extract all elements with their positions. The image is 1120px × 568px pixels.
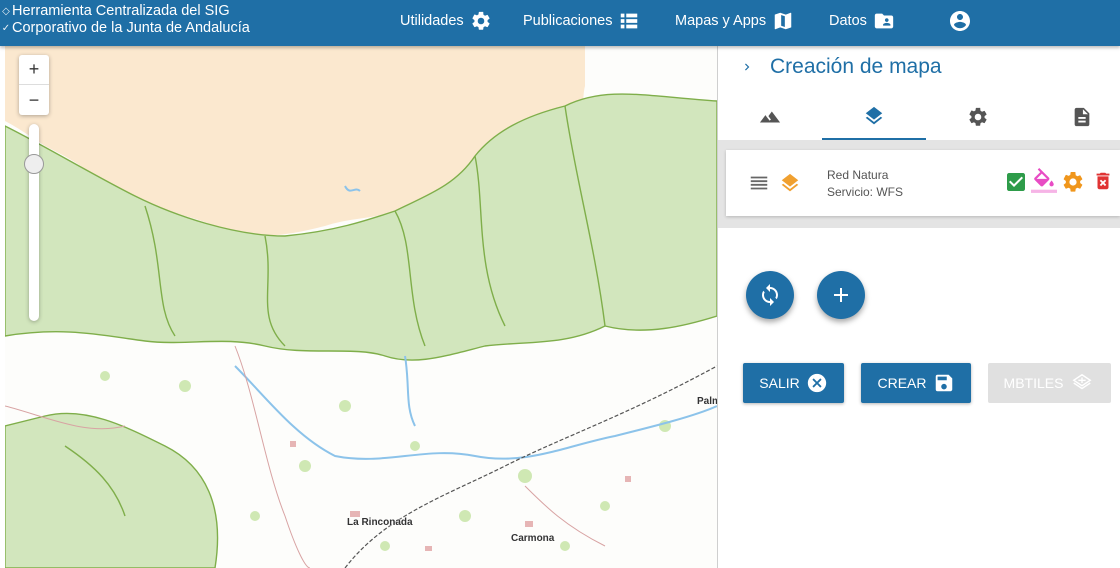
salir-label: SALIR — [759, 375, 800, 391]
zoom-out-button[interactable]: − — [19, 85, 49, 115]
document-icon — [1074, 107, 1090, 127]
tab-settings[interactable] — [926, 94, 1030, 140]
save-icon — [935, 374, 952, 392]
place-label: La Rinconada — [347, 517, 413, 528]
mbtiles-button[interactable]: MBTILES — [988, 363, 1111, 403]
sync-icon — [762, 284, 778, 306]
salir-button[interactable]: SALIR — [743, 363, 844, 403]
account-circle-icon — [950, 11, 970, 31]
visibility-checkbox-icon[interactable] — [1004, 170, 1028, 194]
folder-user-icon — [874, 13, 894, 29]
nav-datos[interactable]: Datos — [829, 0, 895, 42]
side-panel: Creación de mapa Red Natura Servicio: WF… — [718, 46, 1120, 568]
terrain-icon — [759, 111, 781, 123]
app-brand[interactable]: ◇ Herramienta Centralizada del SIG ✓ Corpo… — [0, 3, 250, 37]
add-layer-button[interactable] — [817, 271, 865, 319]
zoom-slider-handle[interactable] — [24, 154, 44, 175]
nav-publicaciones[interactable]: Publicaciones — [523, 0, 640, 42]
map-icon — [774, 12, 792, 30]
layers-outline-icon — [1072, 373, 1092, 390]
panel-header: Creación de mapa — [740, 52, 942, 82]
nav-label: Utilidades — [400, 13, 464, 29]
logo-icon: ◇ — [2, 6, 10, 17]
panel-tabs — [718, 94, 1120, 140]
mbtiles-label: MBTILES — [1003, 375, 1064, 391]
plus-icon — [834, 288, 848, 302]
cancel-icon — [807, 373, 826, 393]
refresh-button[interactable] — [746, 271, 794, 319]
paint-bucket-icon[interactable] — [1031, 168, 1057, 194]
list-icon — [621, 13, 638, 29]
layers-icon — [781, 173, 799, 192]
nav-utilidades[interactable]: Utilidades — [400, 0, 492, 42]
layers-icon — [865, 106, 883, 125]
logo-icon: ✓ — [1, 23, 11, 34]
nav-label: Publicaciones — [523, 13, 613, 29]
brand-line-2: Corporativo de la Junta de Andalucía — [12, 20, 250, 36]
nav-label: Mapas y Apps — [675, 13, 767, 29]
layers-list: Red Natura Servicio: WFS — [718, 140, 1120, 228]
nav-label: Datos — [829, 13, 867, 29]
nav-mapas-apps[interactable]: Mapas y Apps — [675, 0, 794, 42]
panel-title: Creación de mapa — [770, 55, 942, 78]
zoom-control: + − — [19, 55, 49, 115]
zoom-in-button[interactable]: + — [19, 55, 49, 85]
layer-item[interactable]: Red Natura Servicio: WFS — [726, 150, 1120, 216]
map-view[interactable]: La Rinconada Carmona Palm — [5, 46, 717, 568]
layer-info: Red Natura Servicio: WFS — [827, 167, 903, 201]
place-label: Carmona — [511, 533, 555, 544]
delete-icon[interactable] — [1092, 170, 1114, 192]
top-bar: ◇ Herramienta Centralizada del SIG ✓ Corpo… — [0, 0, 1120, 46]
layer-service: Servicio: WFS — [827, 185, 904, 199]
brand-line-1: Herramienta Centralizada del SIG — [12, 3, 230, 19]
crear-label: CREAR — [877, 375, 927, 391]
user-account-button[interactable] — [948, 9, 972, 38]
crear-button[interactable]: CREAR — [861, 363, 971, 403]
gear-icon — [969, 107, 987, 126]
chevron-right-icon[interactable] — [740, 60, 754, 74]
drag-handle-icon[interactable] — [748, 172, 770, 194]
place-label: Palm — [697, 396, 717, 407]
map-canvas[interactable] — [5, 46, 717, 568]
gear-icon — [472, 11, 490, 30]
layer-name: Red Natura — [827, 168, 889, 182]
tab-terrain[interactable] — [718, 94, 822, 140]
tab-layers[interactable] — [822, 94, 926, 140]
gear-icon[interactable] — [1061, 170, 1085, 194]
tab-document[interactable] — [1030, 94, 1120, 140]
